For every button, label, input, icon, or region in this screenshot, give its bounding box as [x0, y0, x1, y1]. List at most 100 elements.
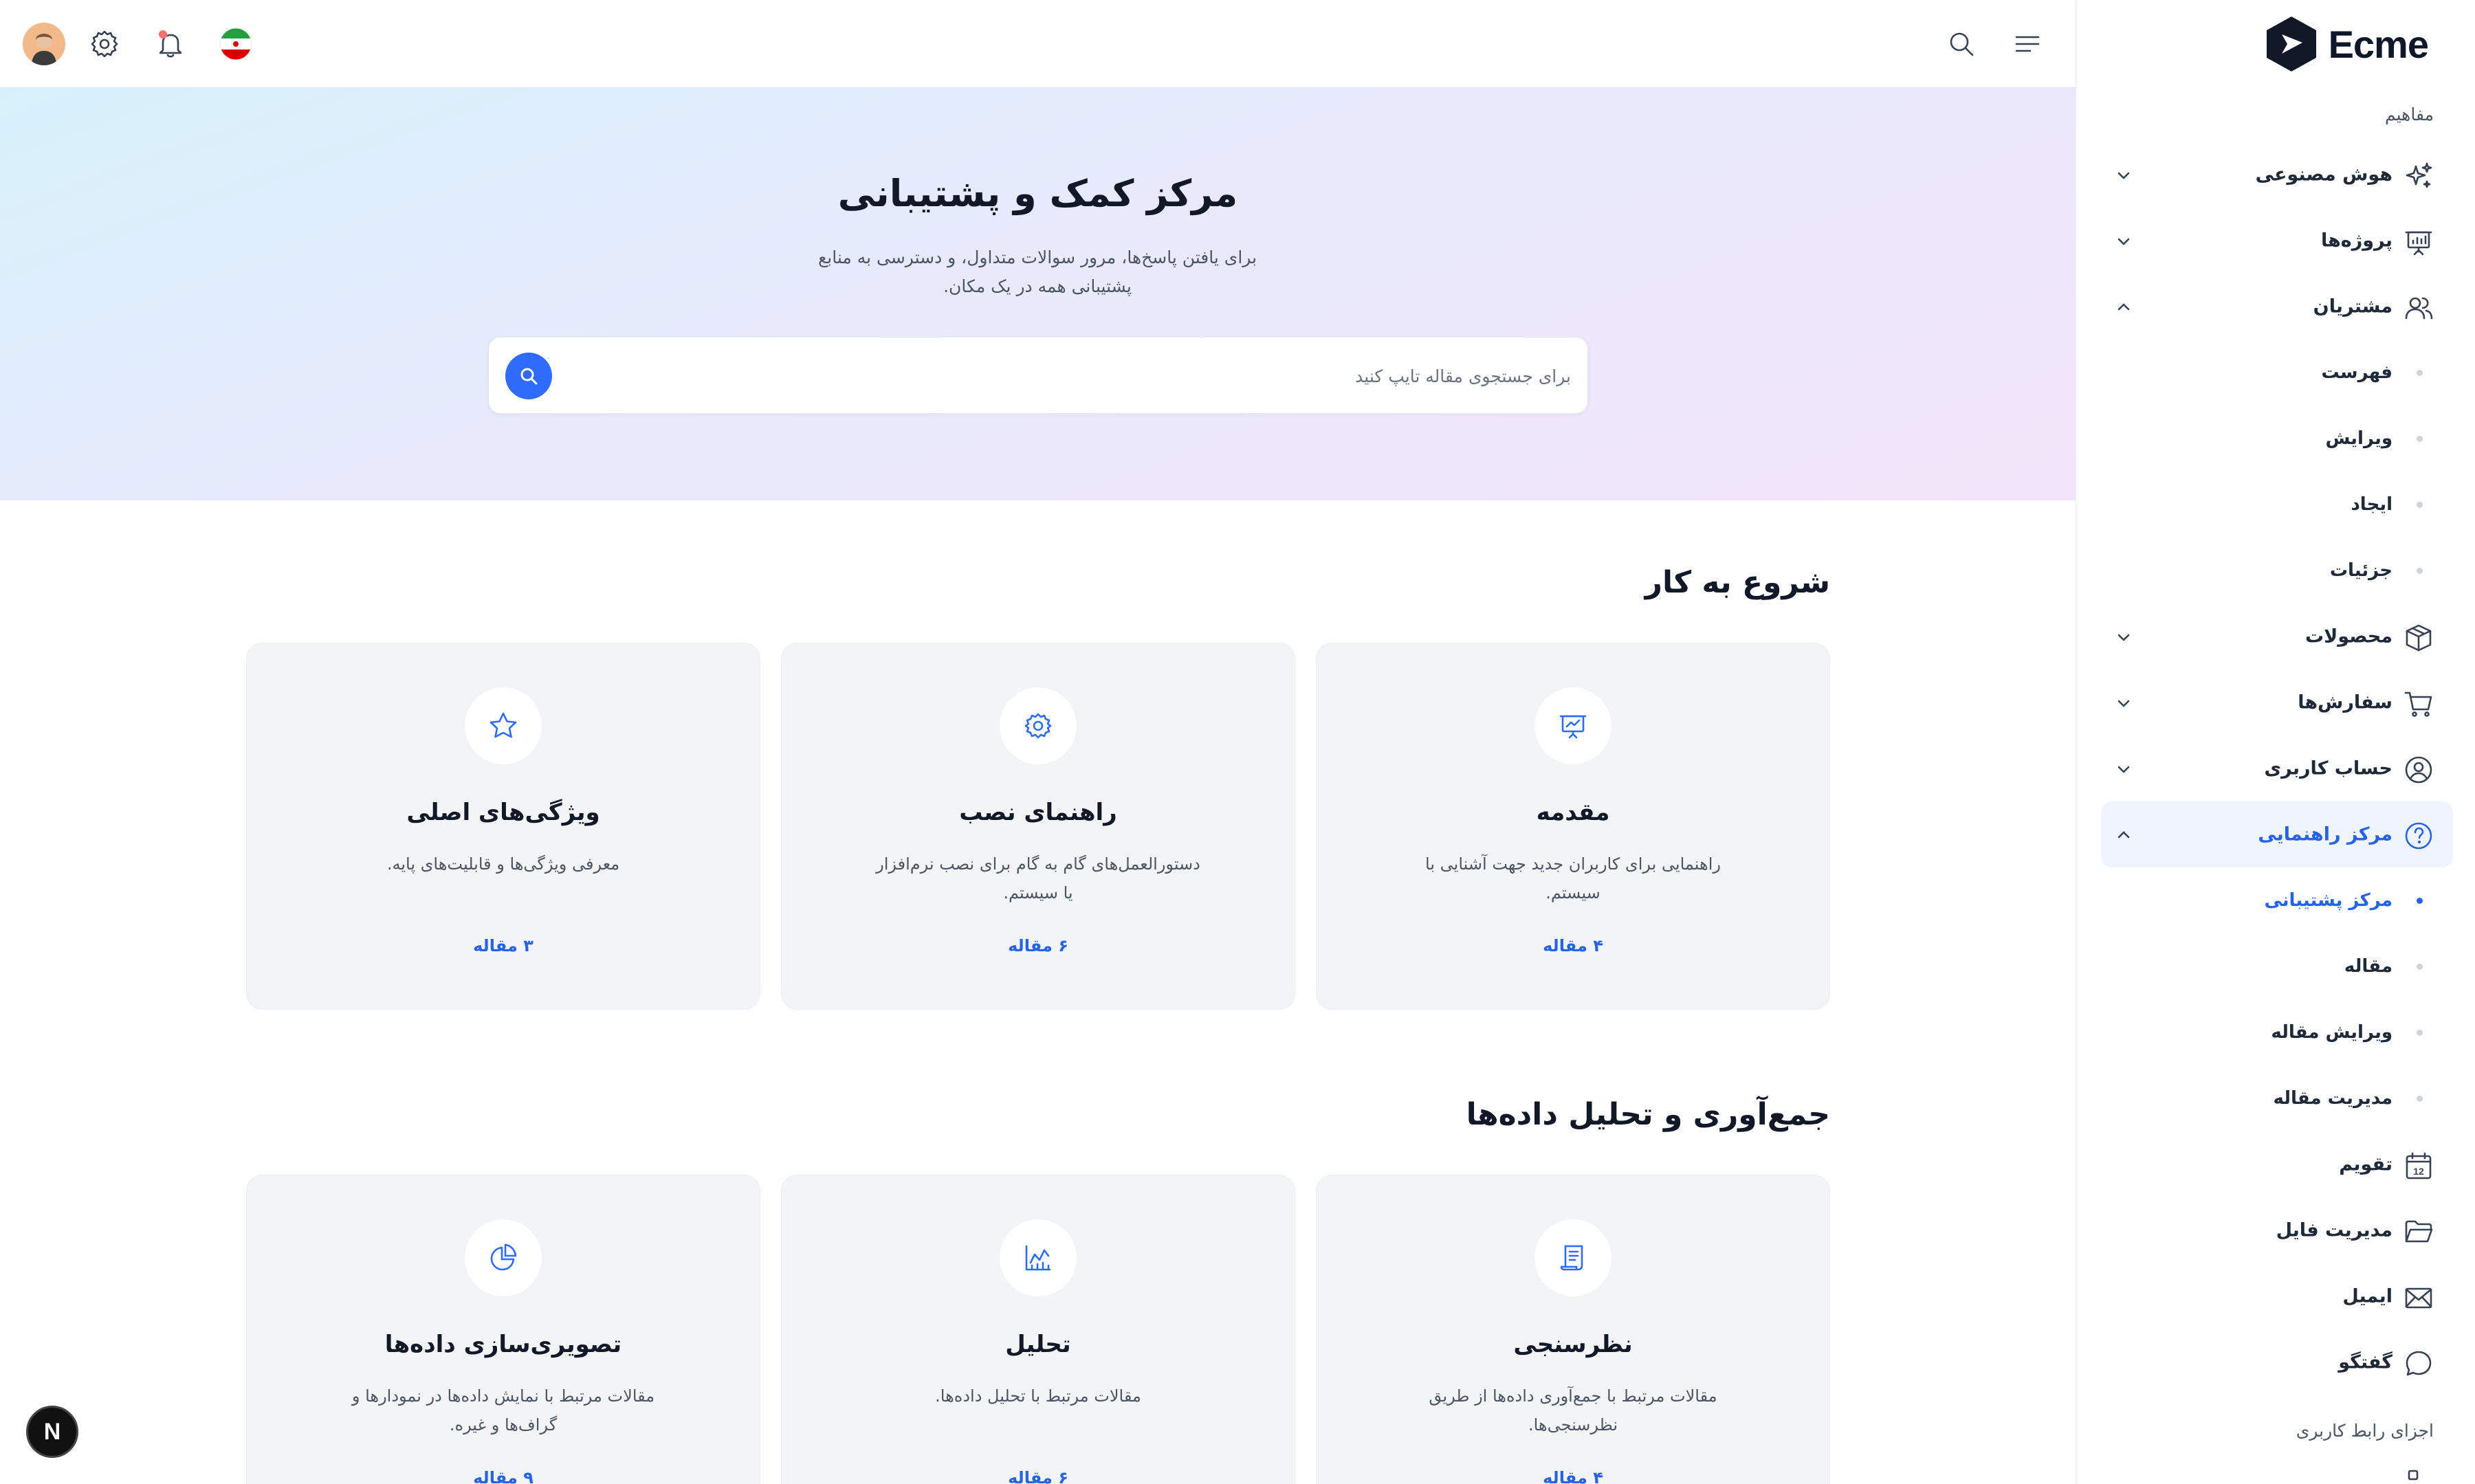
notifications-button[interactable]: [150, 23, 191, 65]
article-search-button[interactable]: [505, 353, 552, 399]
card-icon-circle: [1000, 687, 1077, 764]
sidebar-subitem-manage-articles[interactable]: مدیریت مقاله: [2101, 1065, 2453, 1131]
page-title: مرکز کمک و پشتیبانی: [837, 172, 1238, 215]
card-description: مقالات مرتبط با نمایش داده‌ها در نموداره…: [351, 1386, 655, 1435]
folder-icon: [2405, 1220, 2433, 1243]
sidebar-item-label: مدیریت فایل: [2276, 1219, 2392, 1241]
card-description: دستورالعمل‌های گام به گام برای نصب نرم‌ا…: [876, 854, 1200, 902]
card-article-count[interactable]: ۴ مقاله: [1317, 936, 1829, 955]
search-icon: [1950, 32, 1974, 56]
category-card-data-visualization[interactable]: تصویری‌سازی داده‌ها مقالات مرتبط با نمای…: [246, 1175, 760, 1484]
card-icon-circle: [1534, 1219, 1612, 1296]
sidebar-subitem-list[interactable]: فهرست: [2101, 340, 2453, 406]
sidebar-subitem-support-center[interactable]: مرکز پشتیبانی: [2101, 867, 2453, 933]
cart-icon: [2404, 691, 2432, 717]
card-article-count[interactable]: ۳ مقاله: [247, 936, 760, 955]
star-icon: [490, 712, 517, 738]
sidebar-subitem-edit-article[interactable]: ویرایش مقاله: [2101, 999, 2453, 1065]
sidebar-item-help-center[interactable]: مرکز راهنمایی: [2101, 801, 2453, 867]
bullet-dot: [2417, 568, 2423, 574]
category-card-survey[interactable]: نظرسنجی مقالات مرتبط با جمع‌آوری داده‌ها…: [1316, 1175, 1830, 1484]
sidebar-item-ai[interactable]: هوش مصنوعی: [2101, 142, 2453, 208]
card-icon-circle: [465, 1219, 542, 1296]
category-card-installation-guide[interactable]: راهنمای نصب دستورالعمل‌های گام به گام بر…: [781, 643, 1295, 1010]
mail-icon: [2405, 1287, 2432, 1309]
section-title-getting-started: شروع به کار: [1644, 565, 1830, 600]
card-title: تصویری‌سازی داده‌ها: [384, 1331, 622, 1358]
sidebar-item-projects[interactable]: پروژه‌ها: [2101, 208, 2453, 274]
category-card-main-features[interactable]: ویژگی‌های اصلی معرفی ویژگی‌ها و قابلیت‌ه…: [246, 643, 760, 1010]
sidebar-item-label: حساب کاربری: [2264, 757, 2392, 779]
logo-icon: [2266, 16, 2316, 71]
sidebar-item-label: محصولات: [2305, 625, 2392, 647]
card-article-count[interactable]: ۶ مقاله: [782, 936, 1295, 955]
sidebar-item-products[interactable]: محصولات: [2101, 603, 2453, 669]
bullet-dot: [2417, 370, 2423, 376]
bullet-dot: [2417, 1030, 2423, 1036]
section-title-data-collection: جمع‌آوری و تحلیل داده‌ها: [1466, 1097, 1830, 1132]
card-title: راهنمای نصب: [959, 799, 1117, 826]
card-article-count[interactable]: ۹ مقاله: [247, 1468, 760, 1484]
sidebar-item-calendar[interactable]: 12 تقویم: [2101, 1131, 2453, 1197]
card-icon-circle: [1534, 687, 1612, 764]
sidebar-item-label: پروژه‌ها: [2320, 230, 2392, 252]
sidebar-item-label: تقویم: [2339, 1153, 2392, 1175]
sidebar-subitem-edit[interactable]: ویرایش: [2101, 406, 2453, 472]
sidebar-subitem-label: جزئیات: [2329, 560, 2392, 581]
calendar-day-badge: 12: [2413, 1166, 2424, 1177]
chevron-down-icon: [2118, 700, 2130, 707]
menu-icon: [2015, 36, 2040, 52]
sidebar-subitem-create[interactable]: ایجاد: [2101, 472, 2453, 538]
language-selector[interactable]: [215, 23, 256, 65]
header-search-button[interactable]: [1941, 23, 1982, 65]
chevron-up-icon: [2118, 303, 2130, 311]
article-search-input[interactable]: [608, 337, 1571, 414]
help-circle-icon: [2405, 822, 2432, 850]
card-article-count[interactable]: ۶ مقاله: [782, 1468, 1295, 1484]
article-search-box: [488, 337, 1588, 414]
settings-button[interactable]: [84, 23, 125, 65]
sidebar-item-email[interactable]: ایمیل: [2101, 1263, 2453, 1329]
sidebar-item-file-manager[interactable]: مدیریت فایل: [2101, 1197, 2453, 1263]
users-icon: [2405, 297, 2433, 320]
iran-flag-icon: [219, 27, 252, 60]
bullet-dot: [2417, 436, 2423, 442]
brand-logo[interactable]: Ecme: [2264, 15, 2429, 73]
package-icon: [2406, 624, 2432, 652]
user-avatar[interactable]: [22, 22, 66, 66]
sidebar-item-chat[interactable]: گفتگو: [2101, 1329, 2453, 1395]
sidebar-item-label: مرکز راهنمایی: [2258, 823, 2392, 845]
calendar-icon: 12: [2406, 1152, 2432, 1180]
presentation-board-icon: [2405, 231, 2432, 256]
survey-document-icon: [1560, 1245, 1583, 1271]
sidebar-item-label: ایمیل: [2342, 1285, 2392, 1307]
sidebar-item-label: سفارش‌ها: [2298, 691, 2392, 713]
gear-icon: [91, 30, 118, 58]
presentation-chart-icon: [1559, 715, 1587, 739]
chevron-down-icon: [2118, 634, 2130, 641]
category-card-introduction[interactable]: مقدمه راهنمایی برای کاربران جدید جهت آشن…: [1316, 643, 1830, 1010]
floating-n-badge[interactable]: N: [26, 1406, 78, 1458]
gear-icon: [1024, 713, 1052, 739]
card-article-count[interactable]: ۴ مقاله: [1317, 1468, 1829, 1484]
sidebar-subitem-label: ویرایش: [2325, 428, 2392, 449]
sidebar-item-customers[interactable]: مشتریان: [2101, 274, 2453, 340]
help-center-hero: مرکز کمک و پشتیبانی برای یافتن پاسخ‌ها، …: [0, 88, 2076, 500]
user-circle-icon: [2405, 756, 2432, 784]
brand-name: Ecme: [2328, 22, 2429, 66]
card-description: مقالات مرتبط با تحلیل داده‌ها.: [935, 1386, 1141, 1406]
card-description: راهنمایی برای کاربران جدید جهت آشنایی با…: [1425, 854, 1721, 902]
sidebar-subitem-label: ایجاد: [2351, 494, 2392, 515]
sidebar-subitem-label: ویرایش مقاله: [2271, 1022, 2392, 1043]
card-icon-circle: [465, 687, 542, 764]
chevron-down-icon: [2118, 238, 2130, 245]
chevron-up-icon: [2118, 831, 2130, 839]
sidebar-subitem-details[interactable]: جزئیات: [2101, 538, 2453, 603]
sidebar-subitem-article[interactable]: مقاله: [2101, 933, 2453, 999]
sidebar-item-orders[interactable]: سفارش‌ها: [2101, 669, 2453, 735]
bullet-dot: [2417, 898, 2423, 904]
sidebar-item-account[interactable]: حساب کاربری: [2101, 735, 2453, 801]
menu-toggle-button[interactable]: [2007, 23, 2048, 65]
sidebar-section-ui-components: اجزای رابط کاربری: [2296, 1421, 2434, 1441]
category-card-analysis[interactable]: تحلیل مقالات مرتبط با تحلیل داده‌ها. ۶ م…: [781, 1175, 1295, 1484]
